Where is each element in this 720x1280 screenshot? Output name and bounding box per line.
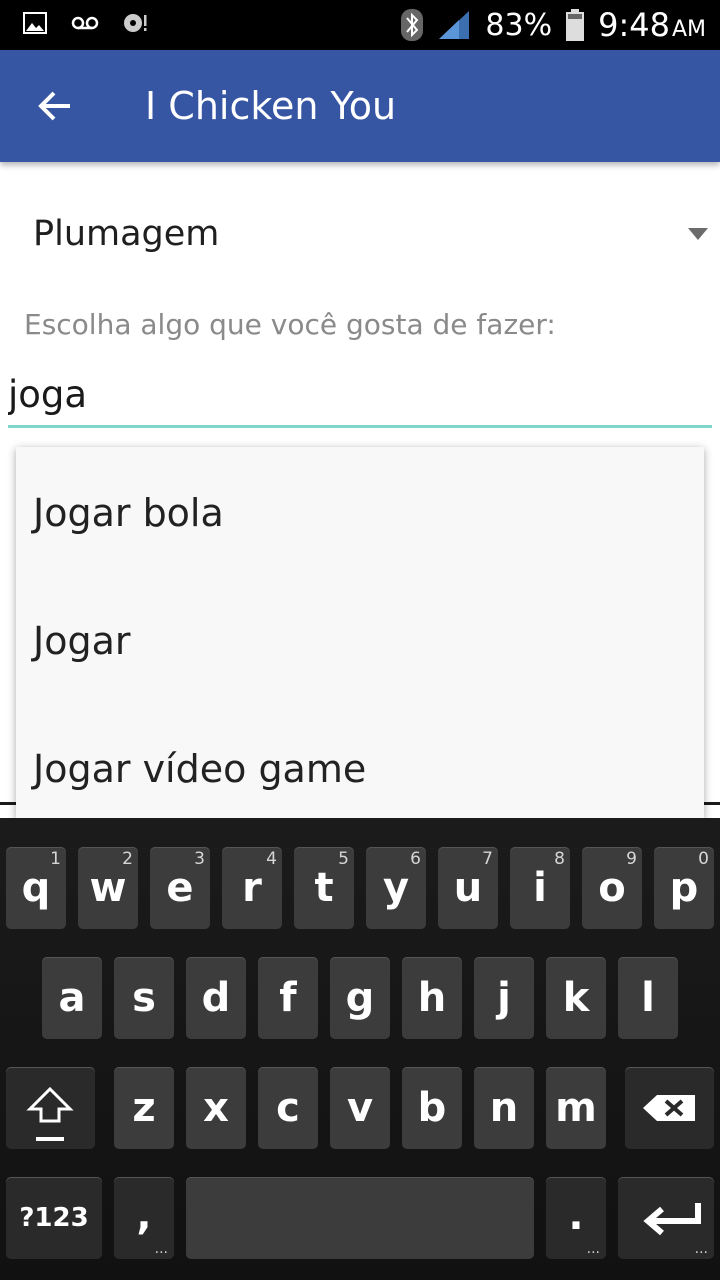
key-v[interactable]: v: [330, 1067, 390, 1149]
suggestion-item[interactable]: Jogar: [16, 575, 704, 703]
space-key[interactable]: [186, 1177, 534, 1259]
key-r[interactable]: 4r: [222, 847, 282, 929]
signal-icon: [437, 9, 471, 41]
clock: 9:48AM: [598, 6, 706, 44]
shift-arrow-icon: [26, 1086, 74, 1141]
key-k[interactable]: k: [546, 957, 606, 1039]
key-y[interactable]: 6y: [366, 847, 426, 929]
app-title: I Chicken You: [145, 84, 397, 128]
spinner-value: Plumagem: [33, 214, 220, 254]
suggestion-label: Jogar bola: [33, 491, 224, 535]
key-d[interactable]: d: [186, 957, 246, 1039]
key-q[interactable]: 1q: [6, 847, 66, 929]
key-b[interactable]: b: [402, 1067, 462, 1149]
key-p[interactable]: 0p: [654, 847, 714, 929]
shift-key[interactable]: [6, 1067, 95, 1149]
backspace-key[interactable]: [625, 1067, 714, 1149]
comma-key[interactable]: ,...: [114, 1177, 174, 1259]
app-bar: I Chicken You: [0, 50, 720, 162]
suggestion-label: Jogar: [33, 619, 131, 663]
suggestion-item[interactable]: Jogar vídeo game: [16, 703, 704, 819]
key-g[interactable]: g: [330, 957, 390, 1039]
suggestion-item[interactable]: Jogar bola: [16, 447, 704, 575]
key-n[interactable]: n: [474, 1067, 534, 1149]
activity-field-label: Escolha algo que você gosta de fazer:: [24, 308, 556, 341]
suggestion-label: Jogar vídeo game: [33, 747, 367, 791]
notification-icons: [22, 10, 148, 36]
key-i[interactable]: 8i: [510, 847, 570, 929]
key-t[interactable]: 5t: [294, 847, 354, 929]
enter-key[interactable]: ...: [618, 1177, 714, 1259]
key-m[interactable]: m: [546, 1067, 606, 1149]
battery-icon: [566, 9, 585, 41]
key-x[interactable]: x: [186, 1067, 246, 1149]
key-o[interactable]: 9o: [582, 847, 642, 929]
sync-alert-icon: [122, 10, 148, 36]
key-h[interactable]: h: [402, 957, 462, 1039]
key-s[interactable]: s: [114, 957, 174, 1039]
activity-input[interactable]: [8, 370, 712, 428]
arrow-left-icon[interactable]: [34, 84, 78, 128]
dropdown-caret-icon: [688, 228, 708, 240]
system-status: 83% 9:48AM: [401, 0, 706, 50]
key-l[interactable]: l: [618, 957, 678, 1039]
bluetooth-icon: [401, 9, 424, 41]
autocomplete-dropdown: Jogar bola Jogar Jogar vídeo game: [16, 447, 704, 819]
key-u[interactable]: 7u: [438, 847, 498, 929]
backspace-icon: [643, 1095, 695, 1121]
key-e[interactable]: 3e: [150, 847, 210, 929]
plumage-spinner[interactable]: Plumagem: [0, 190, 720, 280]
battery-percent: 83%: [485, 7, 553, 43]
image-icon: [22, 10, 48, 36]
key-f[interactable]: f: [258, 957, 318, 1039]
status-bar: 83% 9:48AM: [0, 0, 720, 50]
symbols-key[interactable]: ?123: [6, 1177, 102, 1259]
voicemail-icon: [70, 10, 100, 36]
period-key[interactable]: ....: [546, 1177, 606, 1259]
key-z[interactable]: z: [114, 1067, 174, 1149]
key-j[interactable]: j: [474, 957, 534, 1039]
soft-keyboard: 1q 2w 3e 4r 5t 6y 7u 8i 9o 0p a s d f g …: [0, 818, 720, 1280]
key-w[interactable]: 2w: [78, 847, 138, 929]
key-a[interactable]: a: [42, 957, 102, 1039]
key-c[interactable]: c: [258, 1067, 318, 1149]
